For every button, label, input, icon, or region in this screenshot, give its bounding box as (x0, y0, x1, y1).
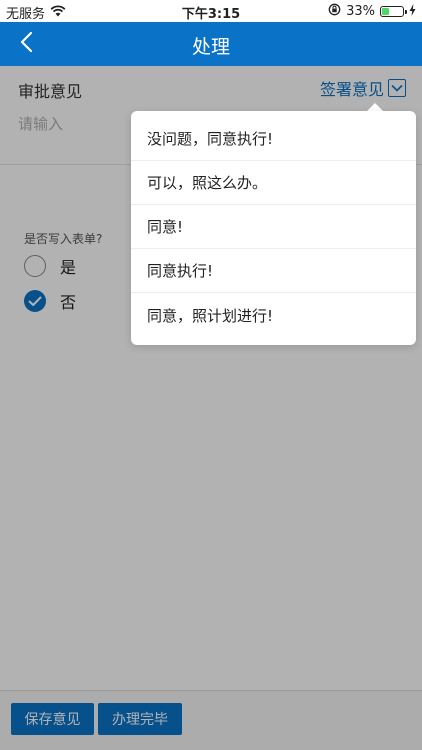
orientation-lock-icon (328, 3, 341, 20)
battery-icon (380, 6, 407, 17)
menu-item-opinion[interactable]: 没问题，同意执行! (131, 117, 416, 161)
menu-item-opinion[interactable]: 同意! (131, 205, 416, 249)
menu-item-opinion[interactable]: 同意执行! (131, 249, 416, 293)
nav-bar: 处理 (0, 22, 422, 66)
status-right: 33% (328, 3, 416, 20)
page-title: 处理 (191, 36, 230, 58)
menu-item-opinion[interactable]: 可以，照这么办。 (131, 161, 416, 205)
status-bar: 无服务 下午3:15 33% (0, 0, 422, 22)
charging-bolt-icon (409, 3, 416, 20)
battery-percent: 33% (346, 4, 375, 19)
opinion-popover-menu: 没问题，同意执行! 可以，照这么办。 同意! 同意执行! 同意，照计划进行! (131, 111, 416, 345)
battery-fill (382, 8, 389, 15)
menu-item-opinion[interactable]: 同意，照计划进行! (131, 293, 416, 337)
